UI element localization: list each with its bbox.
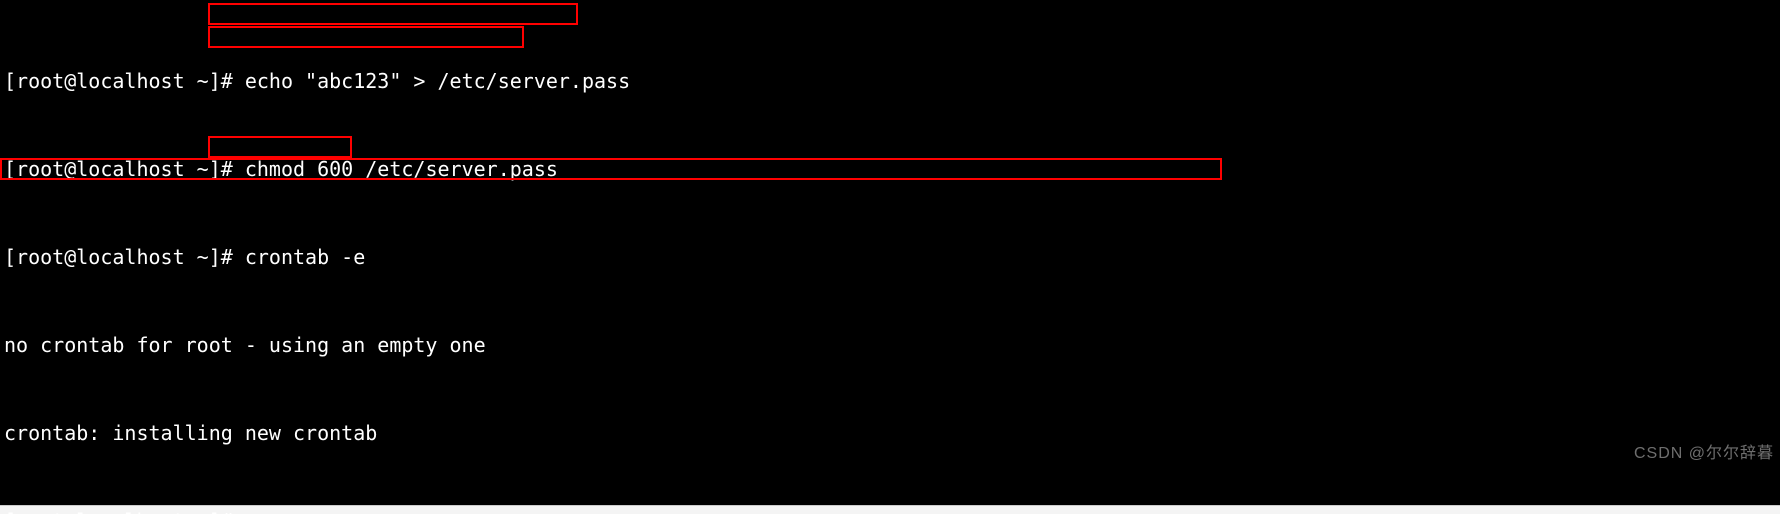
- command-text: echo "abc123" > /etc/server.pass: [245, 69, 630, 93]
- highlight-box: [208, 3, 578, 25]
- shell-prompt: [root@localhost ~]#: [4, 69, 245, 93]
- highlight-box: [208, 136, 352, 158]
- highlight-box: [208, 26, 524, 48]
- highlight-box: [0, 158, 1222, 180]
- output-text: crontab: installing new crontab: [4, 421, 377, 445]
- terminal-line: [root@localhost ~]# crontab -e: [4, 246, 1780, 268]
- terminal-output: no crontab for root - using an empty one: [4, 334, 1780, 356]
- terminal-line: [root@localhost ~]#: [4, 510, 1780, 514]
- terminal-line: [root@localhost ~]# echo "abc123" > /etc…: [4, 70, 1780, 92]
- shell-prompt: [root@localhost ~]#: [4, 509, 245, 514]
- watermark-text: CSDN @尔尔辞暮: [1634, 443, 1774, 465]
- output-text: no crontab for root - using an empty one: [4, 333, 486, 357]
- terminal-output: crontab: installing new crontab: [4, 422, 1780, 444]
- terminal-window[interactable]: [root@localhost ~]# echo "abc123" > /etc…: [0, 0, 1780, 505]
- shell-prompt: [root@localhost ~]#: [4, 245, 245, 269]
- command-text: crontab -e: [245, 245, 365, 269]
